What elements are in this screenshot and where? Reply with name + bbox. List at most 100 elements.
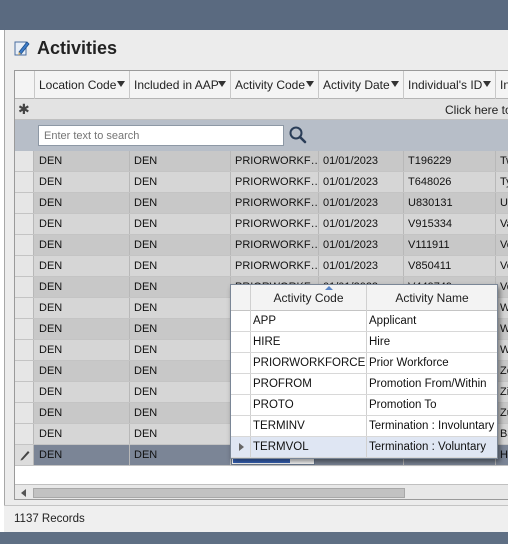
table-cell[interactable]: PRIORWORKF…: [231, 235, 319, 255]
table-cell[interactable]: PRIORWORKF…: [231, 214, 319, 234]
table-cell[interactable]: 01/01/2023: [319, 235, 404, 255]
table-cell[interactable]: Ve: [496, 235, 508, 255]
table-cell[interactable]: DEN: [35, 298, 130, 318]
table-cell[interactable]: DEN: [35, 277, 130, 297]
scroll-left-icon[interactable]: [21, 489, 26, 497]
table-cell[interactable]: DEN: [130, 151, 231, 171]
table-row[interactable]: DENDENPRIORWORKF…01/01/2023V850411Ve: [15, 256, 508, 277]
dropdown-item[interactable]: APP Applicant: [231, 311, 497, 332]
header-activity-code[interactable]: Activity Code: [231, 71, 319, 99]
filter-icon[interactable]: [391, 81, 399, 87]
table-cell[interactable]: Va: [496, 214, 508, 234]
table-cell[interactable]: DEN: [35, 424, 130, 444]
table-row[interactable]: DENDENPRIORWORKF…01/01/2023V111911Ve: [15, 235, 508, 256]
table-cell[interactable]: V850411: [404, 256, 496, 276]
row-selector[interactable]: [15, 151, 34, 171]
table-cell[interactable]: 01/01/2023: [319, 256, 404, 276]
table-cell[interactable]: 01/01/2023: [319, 193, 404, 213]
dropdown-item[interactable]: HIRE Hire: [231, 332, 497, 353]
table-cell[interactable]: DEN: [35, 193, 130, 213]
header-individuals-id[interactable]: Individual's ID: [404, 71, 496, 99]
row-selector[interactable]: [15, 193, 34, 213]
table-cell[interactable]: DEN: [35, 235, 130, 255]
dropdown-activity-code[interactable]: APP: [251, 311, 367, 331]
table-cell[interactable]: DEN: [130, 361, 231, 381]
table-cell[interactable]: DEN: [130, 403, 231, 423]
dropdown-activity-name[interactable]: Applicant: [367, 311, 497, 331]
row-selector[interactable]: [15, 445, 34, 465]
table-cell[interactable]: DEN: [35, 319, 130, 339]
filter-icon[interactable]: [306, 81, 314, 87]
row-selector[interactable]: [15, 214, 34, 234]
horizontal-scrollbar[interactable]: [15, 484, 508, 499]
table-cell[interactable]: Ve: [496, 256, 508, 276]
new-item-row[interactable]: ✱ Click here to: [15, 99, 508, 120]
row-selector[interactable]: [15, 256, 34, 276]
row-selector[interactable]: [15, 235, 34, 255]
dropdown-item[interactable]: PROFROM Promotion From/Within: [231, 374, 497, 395]
table-cell[interactable]: DEN: [130, 193, 231, 213]
table-cell[interactable]: DEN: [130, 256, 231, 276]
table-row[interactable]: DENDENPRIORWORKF…01/01/2023T196229Tw: [15, 151, 508, 172]
table-cell[interactable]: DEN: [130, 319, 231, 339]
row-selector[interactable]: [15, 424, 34, 444]
filter-icon[interactable]: [218, 81, 226, 87]
dropdown-activity-code[interactable]: PRIORWORKFORCE: [251, 353, 367, 373]
table-cell[interactable]: T648026: [404, 172, 496, 192]
table-cell[interactable]: DEN: [130, 424, 231, 444]
table-cell[interactable]: DEN: [130, 298, 231, 318]
table-cell[interactable]: DEN: [130, 214, 231, 234]
header-included-in-aap[interactable]: Included in AAP: [130, 71, 231, 99]
dropdown-item[interactable]: TERMVOL Termination : Voluntary: [231, 437, 497, 458]
dropdown-activity-code[interactable]: TERMVOL: [251, 437, 367, 457]
table-cell[interactable]: PRIORWORKF…: [231, 172, 319, 192]
table-cell[interactable]: DEN: [35, 214, 130, 234]
table-cell[interactable]: Ui: [496, 193, 508, 213]
table-cell[interactable]: DEN: [130, 235, 231, 255]
table-cell[interactable]: PRIORWORKF…: [231, 193, 319, 213]
table-cell[interactable]: Tw: [496, 151, 508, 171]
filter-icon[interactable]: [483, 81, 491, 87]
header-location-code[interactable]: Location Code: [35, 71, 130, 99]
table-row[interactable]: DENDENPRIORWORKF…01/01/2023T648026Ty: [15, 172, 508, 193]
header-activity-date[interactable]: Activity Date: [319, 71, 404, 99]
dropdown-activity-name[interactable]: Promotion To: [367, 395, 497, 415]
table-cell[interactable]: V915334: [404, 214, 496, 234]
dropdown-header-activity-name[interactable]: Activity Name: [367, 285, 497, 311]
table-cell[interactable]: DEN: [130, 172, 231, 192]
table-cell[interactable]: DEN: [130, 277, 231, 297]
table-cell[interactable]: DEN: [35, 361, 130, 381]
table-cell[interactable]: DEN: [130, 445, 231, 465]
table-cell[interactable]: 01/01/2023: [319, 172, 404, 192]
dropdown-activity-name[interactable]: Promotion From/Within: [367, 374, 497, 394]
table-cell[interactable]: DEN: [35, 445, 130, 465]
header-individual-name[interactable]: In: [496, 71, 508, 99]
dropdown-activity-code[interactable]: TERMINV: [251, 416, 367, 436]
table-cell[interactable]: 01/01/2023: [319, 151, 404, 171]
dropdown-header-activity-code[interactable]: Activity Code: [251, 285, 367, 311]
table-cell[interactable]: DEN: [35, 151, 130, 171]
dropdown-activity-code[interactable]: HIRE: [251, 332, 367, 352]
dropdown-activity-name[interactable]: Termination : Involuntary: [367, 416, 497, 436]
dropdown-activity-code[interactable]: PROTO: [251, 395, 367, 415]
table-cell[interactable]: DEN: [130, 340, 231, 360]
row-selector[interactable]: [15, 382, 34, 402]
table-cell[interactable]: U830131: [404, 193, 496, 213]
search-input[interactable]: [38, 125, 284, 146]
filter-icon[interactable]: [117, 81, 125, 87]
table-row[interactable]: DENDENPRIORWORKF…01/01/2023U830131Ui: [15, 193, 508, 214]
table-cell[interactable]: DEN: [130, 382, 231, 402]
row-selector[interactable]: [15, 319, 34, 339]
table-cell[interactable]: T196229: [404, 151, 496, 171]
row-selector[interactable]: [15, 298, 34, 318]
table-cell[interactable]: PRIORWORKF…: [231, 151, 319, 171]
row-selector[interactable]: [15, 361, 34, 381]
dropdown-activity-code[interactable]: PROFROM: [251, 374, 367, 394]
table-cell[interactable]: DEN: [35, 382, 130, 402]
table-row[interactable]: DENDENPRIORWORKF…01/01/2023V915334Va: [15, 214, 508, 235]
dropdown-activity-name[interactable]: Prior Workforce: [367, 353, 497, 373]
row-selector[interactable]: [15, 172, 34, 192]
table-cell[interactable]: PRIORWORKF…: [231, 256, 319, 276]
scrollbar-thumb[interactable]: [33, 488, 405, 498]
table-cell[interactable]: DEN: [35, 172, 130, 192]
